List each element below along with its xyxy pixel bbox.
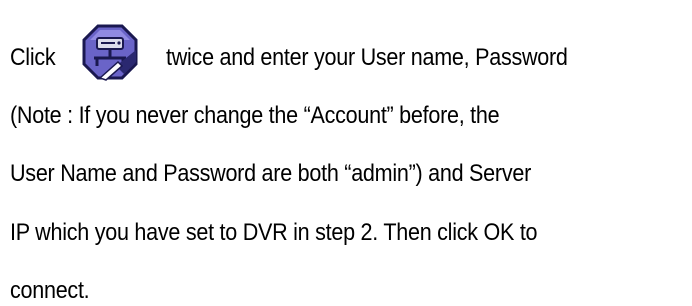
instruction-line-4: IP which you have set to DVR in step 2. … bbox=[10, 219, 538, 246]
network-connection-icon bbox=[82, 24, 138, 81]
instruction-line-1-click: Click bbox=[10, 44, 56, 71]
instruction-line-1-rest: twice and enter your User name, Password bbox=[166, 44, 568, 71]
instruction-line-2: (Note : If you never change the “Account… bbox=[10, 102, 500, 129]
instruction-line-3: User Name and Password are both “admin”)… bbox=[10, 160, 531, 187]
